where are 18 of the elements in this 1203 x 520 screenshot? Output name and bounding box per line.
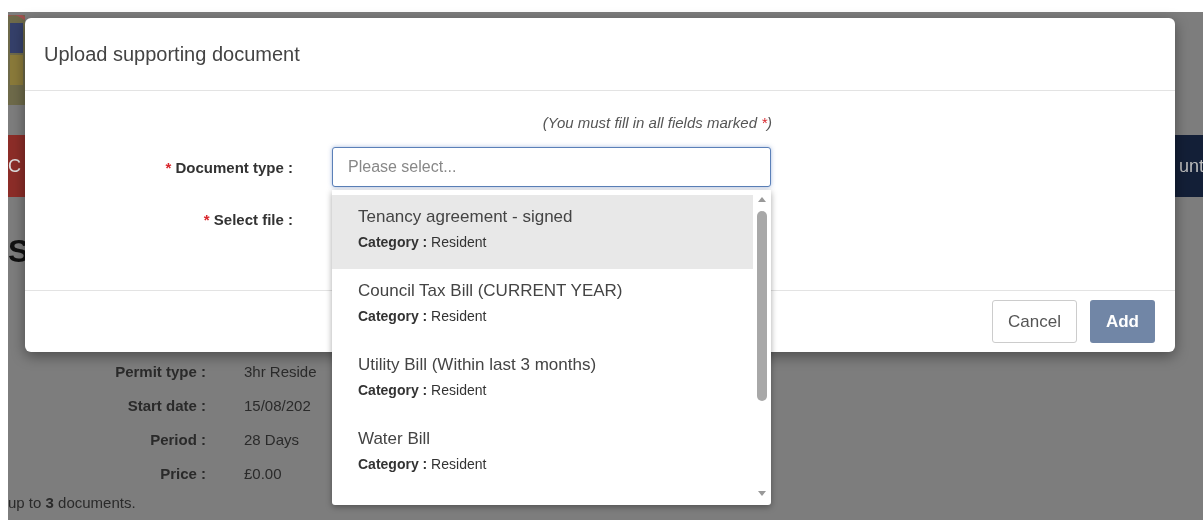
- required-note: (You must fill in all fields marked *): [542, 113, 772, 133]
- dropdown-option[interactable]: Tenancy agreement - signed Category : Resident: [332, 195, 753, 269]
- detail-value: 3hr Reside: [244, 362, 318, 382]
- detail-label: Price :: [159, 464, 206, 484]
- detail-label: Start date :: [126, 396, 206, 416]
- detail-value: 28 Days: [244, 430, 301, 450]
- nav-item[interactable]: unt: [1175, 135, 1203, 197]
- upload-note: up to 3 documents.: [8, 493, 137, 513]
- field-label: * Document type :: [165, 158, 293, 176]
- detail-value: £0.00: [244, 464, 283, 484]
- detail-value: 15/08/202: [244, 396, 312, 416]
- dialog-title: Upload supporting document: [44, 42, 300, 66]
- cancel-button[interactable]: Cancel: [992, 300, 1077, 343]
- crest-icon: [8, 15, 25, 105]
- detail-label: Period :: [149, 430, 206, 450]
- detail-label: Permit type :: [114, 362, 206, 382]
- field-label: * Select file :: [203, 210, 293, 228]
- document-type-select[interactable]: Please select...: [332, 147, 771, 187]
